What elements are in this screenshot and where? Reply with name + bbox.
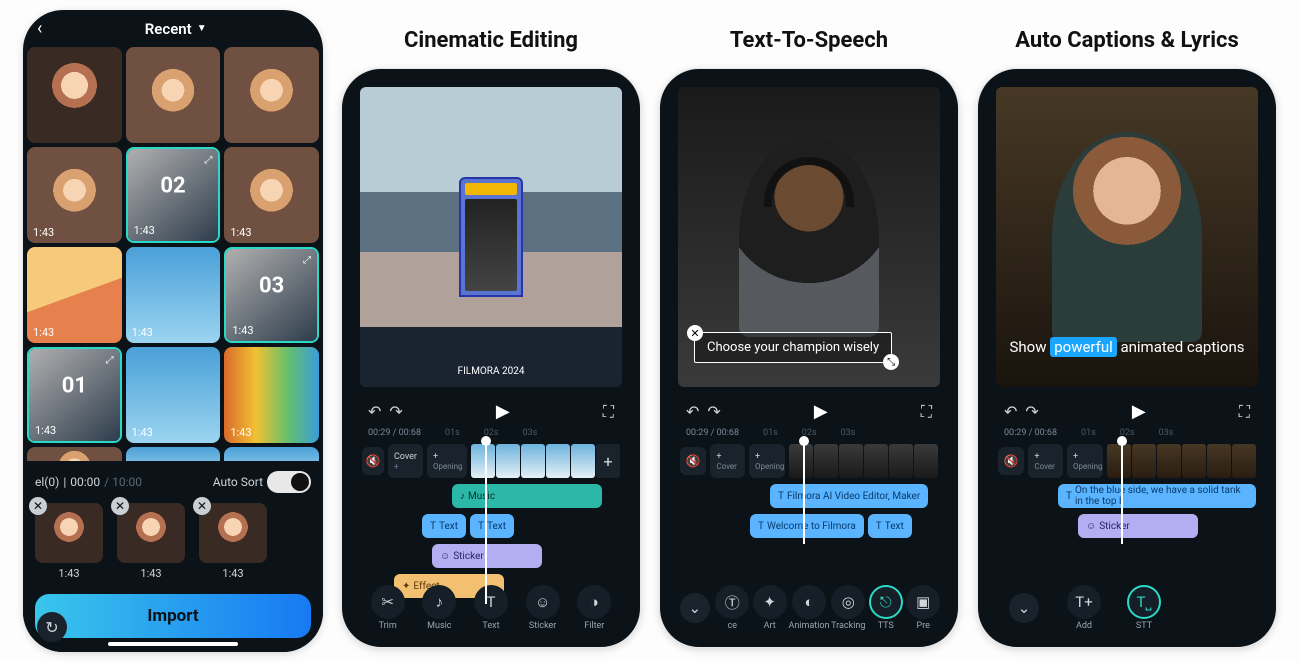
- mute-icon[interactable]: 🔇: [680, 447, 706, 475]
- playhead[interactable]: [803, 438, 805, 544]
- tool-text[interactable]: TText: [469, 585, 513, 631]
- fullscreen-icon[interactable]: ⛶: [921, 402, 932, 422]
- import-button[interactable]: Import: [35, 594, 311, 638]
- remove-icon[interactable]: ✕: [29, 497, 47, 515]
- tool-ce[interactable]: Ⓣce: [713, 585, 750, 631]
- import-phone: ‹ Recent ▼ 1:43 021:43⤢ 1:43 1:43 1:43 0…: [23, 10, 323, 652]
- undo-icon[interactable]: ↶: [686, 402, 699, 421]
- mute-icon[interactable]: 🔇: [998, 447, 1024, 475]
- caption-box[interactable]: ✕ Choose your champion wisely ⤡: [694, 332, 892, 363]
- recent-label: Recent: [145, 20, 192, 38]
- thumb-selected[interactable]: 031:43⤢: [224, 247, 319, 343]
- selected-clip[interactable]: ✕1:43: [117, 503, 185, 580]
- selected-clip[interactable]: ✕1:43: [199, 503, 267, 580]
- media-grid: 1:43 021:43⤢ 1:43 1:43 1:43 031:43⤢ 011:…: [23, 47, 323, 443]
- play-icon[interactable]: ▶: [496, 401, 510, 422]
- tool-sticker[interactable]: ☺Sticker: [521, 585, 565, 631]
- mute-icon[interactable]: 🔇: [362, 447, 384, 475]
- add-clip-icon[interactable]: +: [596, 444, 620, 478]
- tool-filter[interactable]: ◑Filter: [572, 585, 616, 631]
- resize-icon[interactable]: ⤡: [883, 354, 899, 370]
- tool-music[interactable]: ♪Music: [417, 585, 461, 631]
- playhead[interactable]: [1121, 438, 1123, 544]
- preview[interactable]: Show powerful animated captions: [996, 87, 1258, 387]
- fullscreen-icon[interactable]: ⛶: [603, 402, 614, 422]
- recent-dropdown[interactable]: Recent ▼: [145, 20, 207, 38]
- thumb[interactable]: 1:43: [27, 247, 122, 343]
- chevron-down-icon: ▼: [197, 23, 207, 34]
- selection-thumbs: ✕1:43 ✕1:43 ✕1:43: [35, 503, 311, 580]
- undo-icon[interactable]: ↶: [368, 402, 381, 421]
- tool-art[interactable]: ✦Art: [751, 585, 788, 631]
- caption-overlay: Show powerful animated captions: [996, 331, 1258, 363]
- tool-tracking[interactable]: ◎Tracking: [830, 585, 867, 631]
- thumb-selected[interactable]: 021:43⤢: [126, 147, 221, 243]
- redo-icon[interactable]: ↷: [1025, 402, 1038, 421]
- tool-animation[interactable]: ◐Animation: [788, 585, 829, 631]
- refresh-icon[interactable]: ↻: [37, 612, 67, 642]
- timeline[interactable]: 🔇 +Cover +Opening T On the blue side, we…: [988, 438, 1266, 544]
- fullscreen-icon[interactable]: ⛶: [1239, 402, 1250, 422]
- laurel-badge: FILMORA 2024: [458, 366, 525, 377]
- time-current: 00:00: [70, 475, 100, 489]
- thumb[interactable]: 1:43: [126, 247, 221, 343]
- thumb-selected[interactable]: 011:43⤢: [27, 347, 122, 443]
- remove-icon[interactable]: ✕: [111, 497, 129, 515]
- thumb[interactable]: [126, 47, 221, 143]
- expand-icon[interactable]: ⤢: [303, 255, 311, 266]
- close-icon[interactable]: ✕: [687, 325, 703, 341]
- thumb[interactable]: 1:43: [224, 347, 319, 443]
- tool-tts[interactable]: ⎋TTS: [867, 585, 904, 631]
- remove-icon[interactable]: ✕: [193, 497, 211, 515]
- thumb[interactable]: 1:43: [27, 147, 122, 243]
- tool-add[interactable]: T+Add: [1062, 585, 1106, 631]
- expand-icon[interactable]: ⤢: [106, 355, 114, 366]
- back-icon[interactable]: ‹: [37, 18, 42, 39]
- tool-row: ✂Trim ♪Music TText ☺Sticker ◑Filter: [352, 585, 630, 631]
- preview[interactable]: ✕ Choose your champion wisely ⤡: [678, 87, 940, 387]
- thumb[interactable]: 1:43: [126, 347, 221, 443]
- redo-icon[interactable]: ↷: [707, 402, 720, 421]
- tool-collapse[interactable]: ⌄: [1002, 593, 1046, 623]
- tool-pre[interactable]: ▣Pre: [904, 585, 941, 631]
- import-section: el(0) | 00:00 / 10:00 Auto Sort ✕1:43 ✕1…: [23, 461, 323, 652]
- auto-sort-label: Auto Sort: [213, 475, 263, 489]
- home-indicator: [108, 642, 238, 646]
- play-icon[interactable]: ▶: [1132, 401, 1146, 422]
- timeline[interactable]: 🔇 Cover+ +Opening + ♪ Music T TextT Text…: [352, 438, 630, 604]
- expand-icon[interactable]: ⤢: [204, 155, 212, 166]
- auto-sort-toggle[interactable]: [267, 471, 311, 493]
- thumb[interactable]: [224, 47, 319, 143]
- preview[interactable]: FILMORA 2024: [360, 87, 622, 387]
- play-icon[interactable]: ▶: [814, 401, 828, 422]
- panel-title: Auto Captions & Lyrics: [977, 10, 1277, 68]
- selected-clip[interactable]: ✕1:43: [35, 503, 103, 580]
- top-bar: ‹ Recent ▼: [23, 10, 323, 47]
- selection-count: el(0): [35, 475, 59, 489]
- undo-icon[interactable]: ↶: [1004, 402, 1017, 421]
- thumb[interactable]: 1:43: [224, 147, 319, 243]
- playhead[interactable]: [485, 438, 487, 604]
- timeline[interactable]: 🔇 +Cover +Opening T Filmora AI Video Edi…: [670, 438, 948, 544]
- tool-row: ⌄ T+Add T⎵STT: [988, 585, 1266, 631]
- panel-title: Text-To-Speech: [659, 10, 959, 68]
- tool-collapse[interactable]: ⌄: [676, 593, 713, 623]
- redo-icon[interactable]: ↷: [389, 402, 402, 421]
- tool-row: ⌄ Ⓣce ✦Art ◐Animation ◎Tracking ⎋TTS ▣Pr…: [670, 585, 948, 631]
- thumb[interactable]: [27, 47, 122, 143]
- panel-title: Cinematic Editing: [341, 10, 641, 68]
- tool-trim[interactable]: ✂Trim: [366, 585, 410, 631]
- tool-stt[interactable]: T⎵STT: [1122, 585, 1166, 631]
